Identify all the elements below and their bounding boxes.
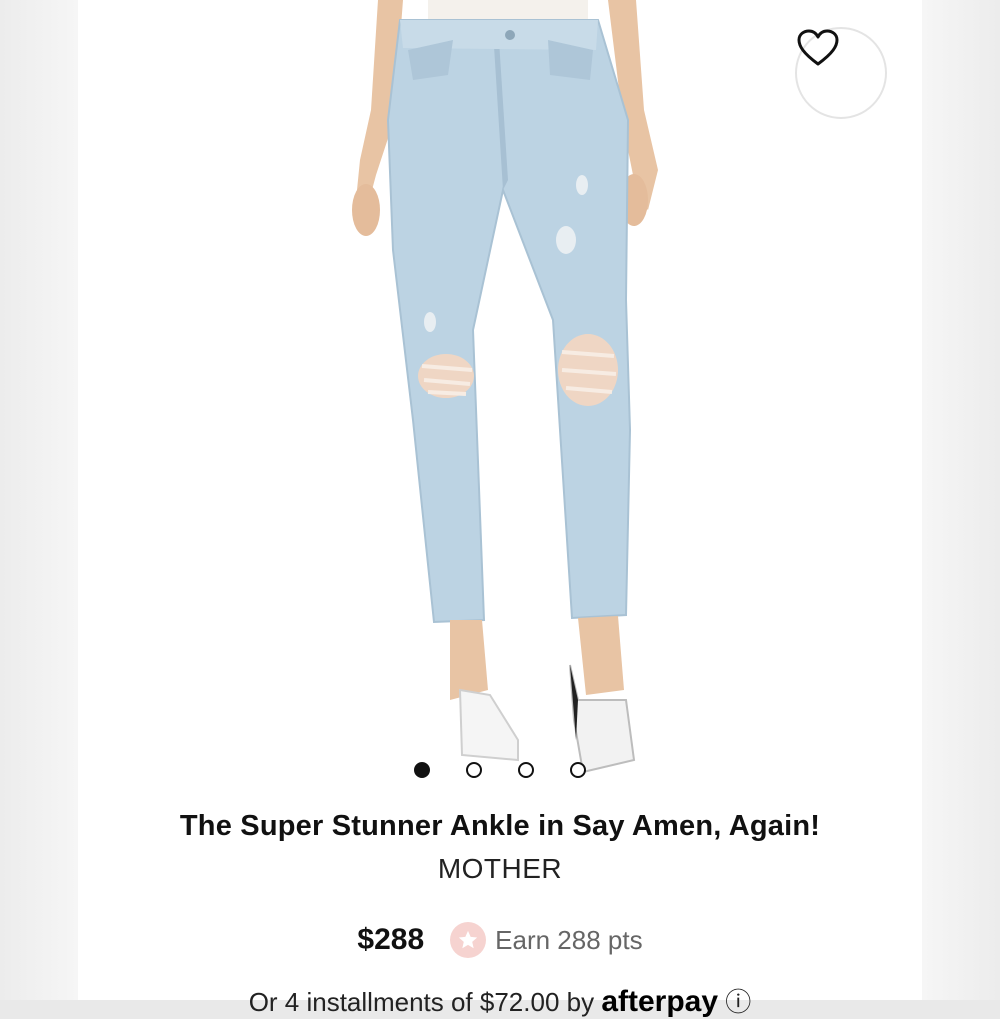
pager-dot-4[interactable] [570,762,586,778]
product-price: $288 [357,923,425,956]
pager-dot-3[interactable] [518,762,534,778]
product-image[interactable] [78,0,922,790]
background-left [0,0,78,1000]
background-right [922,0,1000,1000]
installments-row[interactable]: Or 4 installments of $72.00 by afterpay … [78,982,922,1019]
pager-dot-2[interactable] [466,762,482,778]
product-title: The Super Stunner Ankle in Say Amen, Aga… [179,810,821,842]
afterpay-logo-icon: afterpay [601,985,719,1018]
jeans-photo [352,0,658,774]
wishlist-button[interactable] [795,27,887,119]
installments-text: Or 4 installments of $72.00 by [248,987,595,1017]
star-icon [450,922,487,958]
product-card: The Super Stunner Ankle in Say Amen, Aga… [78,0,922,1018]
brand-name[interactable]: MOTHER [78,853,922,885]
price-row: $288 Earn 288 pts [78,918,922,962]
points-label: Earn 288 pts [495,924,643,955]
image-pager [78,760,922,780]
pager-dot-1[interactable] [414,762,430,778]
info-icon[interactable]: ⓘ [725,987,751,1017]
